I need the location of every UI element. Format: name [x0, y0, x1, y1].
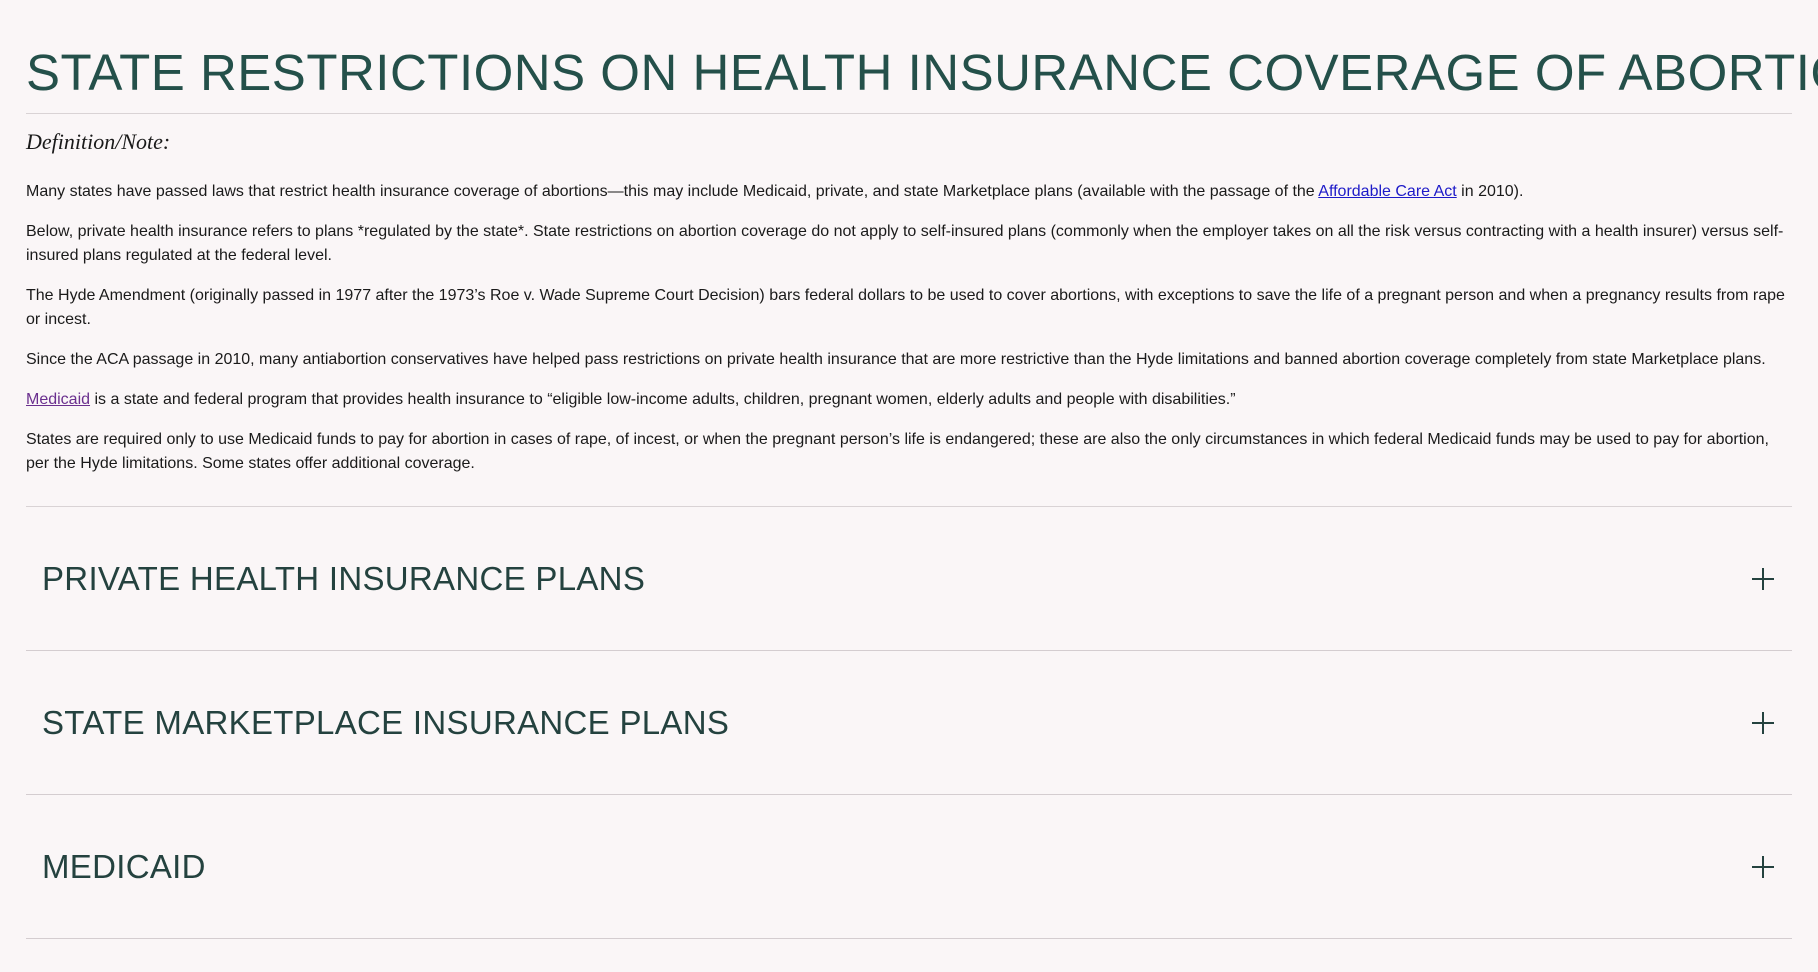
paragraph-aca: Many states have passed laws that restri… [26, 180, 1792, 204]
paragraph-medicaid: Medicaid is a state and federal program … [26, 388, 1792, 412]
accordion-label: PRIVATE HEALTH INSURANCE PLANS [42, 559, 646, 597]
definition-body: Many states have passed laws that restri… [26, 180, 1792, 476]
paragraph-aca-restrictions: Since the ACA passage in 2010, many anti… [26, 351, 1766, 368]
accordion-label: STATE MARKETPLACE INSURANCE PLANS [42, 703, 730, 741]
affordable-care-act-link[interactable]: Affordable Care Act [1318, 183, 1456, 200]
paragraph-private-insurance: Below, private health insurance refers t… [26, 223, 1784, 264]
definition-note-heading: Definition/Note: [26, 129, 171, 154]
accordion-label: MEDICAID [42, 847, 206, 885]
plus-icon[interactable] [1752, 567, 1774, 590]
title-divider [26, 113, 1792, 114]
accordion-item-medicaid[interactable]: MEDICAID [26, 795, 1792, 939]
plus-icon[interactable] [1752, 855, 1774, 878]
accordion-item-state-marketplace[interactable]: STATE MARKETPLACE INSURANCE PLANS [26, 651, 1792, 795]
page-container: STATE RESTRICTIONS ON HEALTH INSURANCE C… [0, 0, 1818, 939]
paragraph-aca-text-start: Many states have passed laws that restri… [26, 183, 1319, 200]
accordion-item-private-health-insurance[interactable]: PRIVATE HEALTH INSURANCE PLANS [26, 507, 1792, 651]
plus-icon[interactable] [1752, 711, 1774, 734]
paragraph-hyde-amendment: The Hyde Amendment (originally passed in… [26, 287, 1785, 328]
paragraph-medicaid-text: is a state and federal program that prov… [90, 391, 1236, 408]
accordion: PRIVATE HEALTH INSURANCE PLANS STATE MAR… [26, 507, 1792, 939]
paragraph-aca-text-end: in 2010). [1456, 183, 1524, 200]
page-title: STATE RESTRICTIONS ON HEALTH INSURANCE C… [26, 44, 1818, 101]
medicaid-link[interactable]: Medicaid [26, 391, 90, 408]
paragraph-medicaid-funds: States are required only to use Medicaid… [26, 431, 1769, 472]
